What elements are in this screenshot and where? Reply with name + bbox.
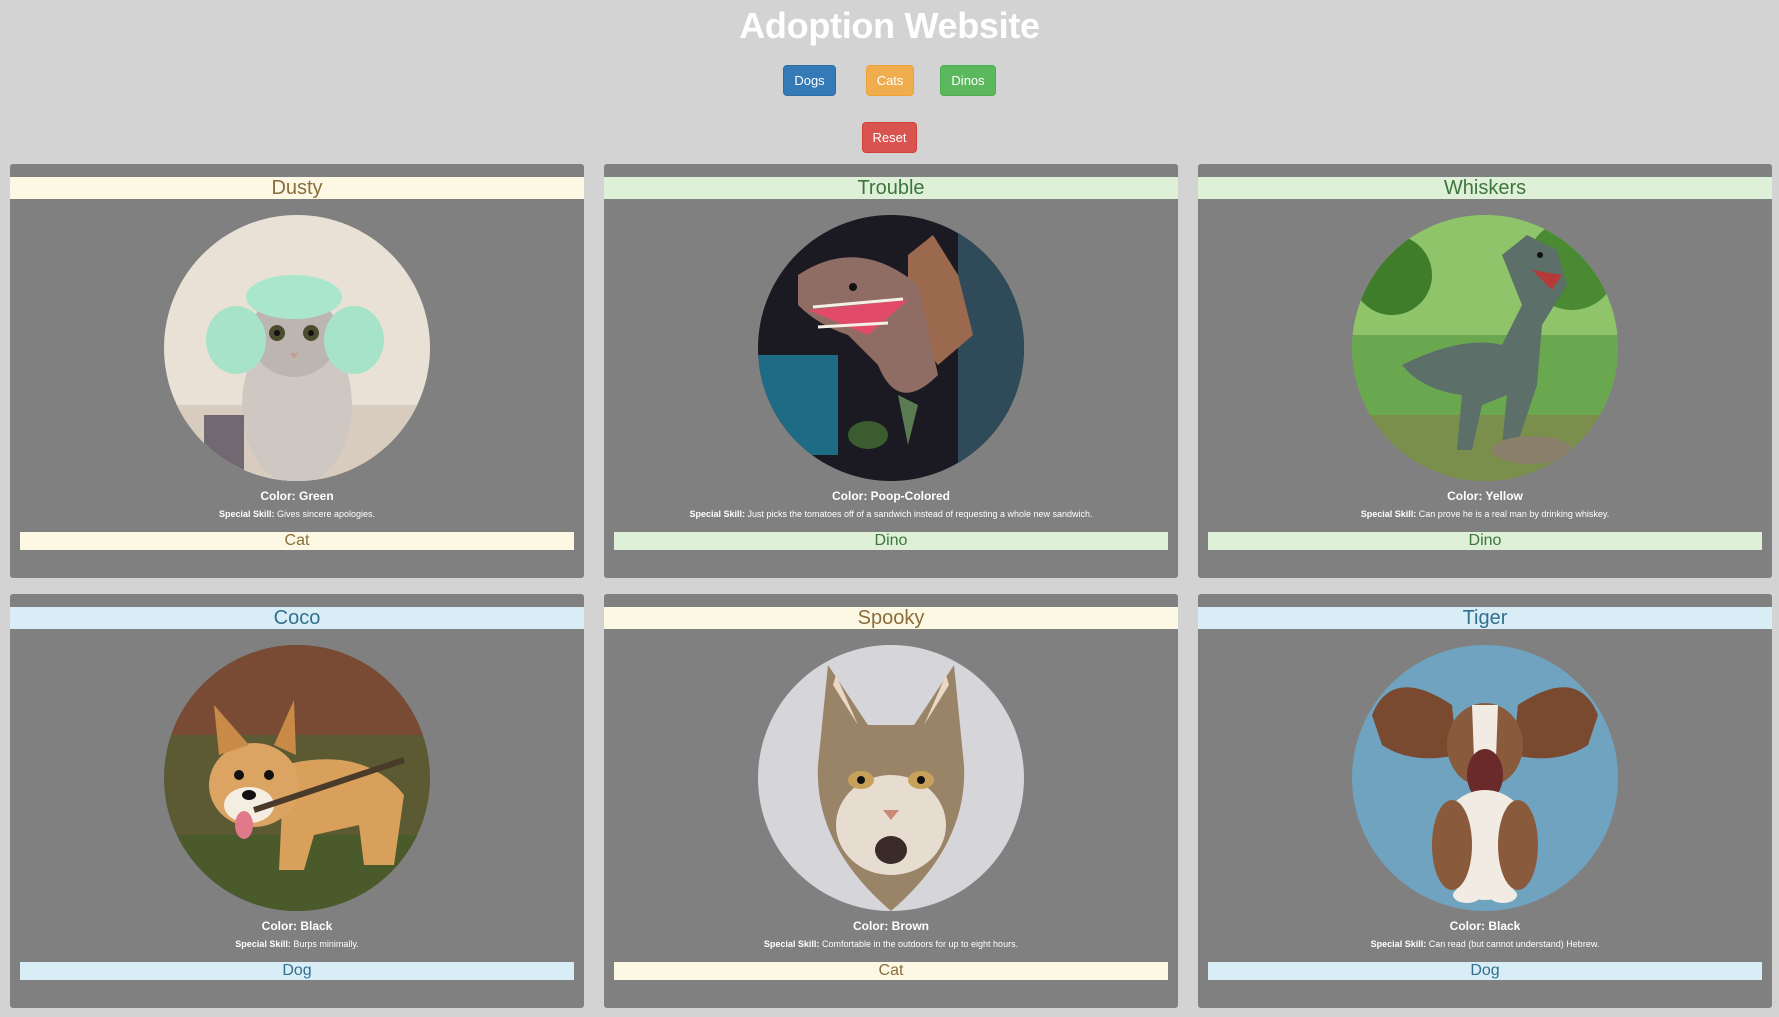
pet-type: Dog: [20, 962, 574, 980]
page-title: Adoption Website: [739, 5, 1040, 46]
skill-text: Can read (but cannot understand) Hebrew.: [1428, 939, 1600, 949]
pet-color: Color: Poop-Colored: [832, 489, 950, 503]
pet-name: Tiger: [1198, 607, 1772, 629]
pet-grid: Dusty Color: Green Special Skill: Gives …: [10, 164, 1773, 1008]
pet-skill: Special Skill: Gives sincere apologies.: [10, 507, 584, 521]
pet-card: Whiskers Color: Yellow Special Skill: Ca…: [1198, 164, 1772, 578]
skill-text: Can prove he is a real man by drinking w…: [1418, 509, 1610, 519]
pet-color: Color: Black: [1449, 919, 1521, 933]
pet-photo-t-rex: [1352, 215, 1618, 481]
pet-photo-spinosaurus: [758, 215, 1024, 481]
pet-color: Color: Black: [261, 919, 333, 933]
skill-label: Special Skill:: [218, 509, 275, 519]
pet-type: Dino: [614, 532, 1168, 550]
pet-photo-basset-hound: [1352, 645, 1618, 911]
dogs-filter-button[interactable]: Dogs: [783, 65, 836, 96]
pet-skill: Special Skill: Can read (but cannot unde…: [1198, 937, 1772, 951]
pet-color: Color: Yellow: [1447, 489, 1523, 503]
pet-card: Trouble Color: Poop-Colored Special Skil…: [604, 164, 1178, 578]
pet-type: Dog: [1208, 962, 1762, 980]
pet-type: Dino: [1208, 532, 1762, 550]
pet-skill: Special Skill: Burps minimally.: [10, 937, 584, 951]
pet-photo-cat-in-towel: [164, 215, 430, 481]
pet-type: Cat: [614, 962, 1168, 980]
pet-card: Spooky Color: Brown Special Skill: Comfo…: [604, 594, 1178, 1008]
dinos-filter-button[interactable]: Dinos: [940, 65, 996, 96]
pet-skill: Special Skill: Can prove he is a real ma…: [1198, 507, 1772, 521]
reset-row: Reset: [0, 122, 1779, 154]
cats-filter-button[interactable]: Cats: [865, 65, 915, 96]
skill-label: Special Skill:: [763, 939, 820, 949]
pet-card: Coco Color: Black Special Skill: Burps m…: [10, 594, 584, 1008]
pet-card: Dusty Color: Green Special Skill: Gives …: [10, 164, 584, 578]
pet-photo-maine-coon: [758, 645, 1024, 911]
pet-name: Whiskers: [1198, 177, 1772, 199]
skill-label: Special Skill:: [689, 509, 745, 519]
pet-color: Color: Green: [260, 489, 334, 503]
skill-label: Special Skill:: [235, 939, 291, 949]
skill-text: Comfortable in the outdoors for up to ei…: [821, 939, 1019, 949]
reset-button[interactable]: Reset: [861, 122, 918, 153]
pet-skill: Special Skill: Comfortable in the outdoo…: [604, 937, 1178, 951]
pet-name: Coco: [10, 607, 584, 629]
pet-name: Spooky: [604, 607, 1178, 629]
pet-color: Color: Brown: [853, 919, 929, 933]
pet-name: Dusty: [10, 177, 584, 199]
pet-card: Tiger Color: Black Special Skill: Can re…: [1198, 594, 1772, 1008]
pet-type: Cat: [20, 532, 574, 550]
pet-name: Trouble: [604, 177, 1178, 199]
skill-label: Special Skill:: [1360, 509, 1417, 519]
pet-skill: Special Skill: Just picks the tomatoes o…: [604, 507, 1178, 521]
skill-text: Gives sincere apologies.: [276, 509, 376, 519]
skill-text: Just picks the tomatoes off of a sandwic…: [747, 509, 1093, 519]
filter-buttons: Dogs Cats Dinos: [0, 65, 1779, 97]
skill-label: Special Skill:: [1370, 939, 1427, 949]
skill-text: Burps minimally.: [293, 939, 359, 949]
pet-photo-corgi: [164, 645, 430, 911]
